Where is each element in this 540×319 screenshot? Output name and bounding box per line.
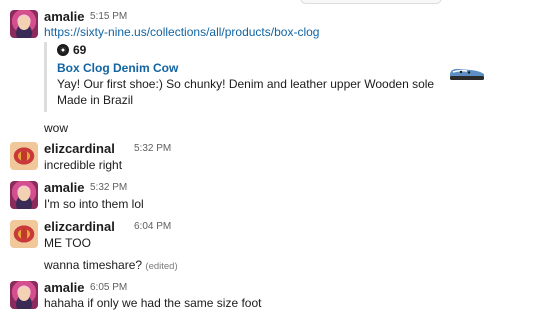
message-text-followup: wanna timeshare? (edited) (44, 257, 178, 275)
author-name[interactable]: amalie (44, 9, 84, 25)
avatar-amalie[interactable] (10, 10, 38, 38)
message-text: wow (44, 121, 69, 135)
author-name[interactable]: amalie (44, 180, 84, 196)
top-scroll-edge (300, 0, 442, 4)
avatar-amalie[interactable] (10, 181, 38, 209)
message-link[interactable]: https://sixty-nine.us/collections/all/pr… (44, 24, 319, 40)
author-name[interactable]: elizcardinal (44, 219, 115, 235)
timestamp[interactable]: 6:05 PM (90, 280, 127, 296)
followup-text: wanna timeshare? (44, 258, 143, 272)
author-name[interactable]: amalie (44, 280, 84, 296)
timestamp[interactable]: 5:32 PM (90, 180, 127, 196)
message-text: incredible right (44, 158, 123, 172)
clog-shoe-thumbnail[interactable] (447, 62, 487, 82)
message-text: I'm so into them lol (44, 197, 144, 211)
unfurl-site-name: 69 (73, 43, 87, 57)
edited-label: (edited) (145, 261, 178, 272)
message-text: ME TOO (44, 236, 91, 250)
message-text: hahaha if only we had the same size foot (44, 296, 262, 310)
timestamp[interactable]: 5:32 PM (134, 141, 171, 157)
avatar-amalie[interactable] (10, 281, 38, 309)
author-name[interactable]: elizcardinal (44, 141, 115, 157)
unfurl-title[interactable]: Box Clog Denim Cow (57, 60, 178, 76)
timestamp[interactable]: 6:04 PM (134, 219, 171, 235)
sixty-nine-logo-icon (57, 44, 69, 56)
link-unfurl: 69 Box Clog Denim Cow Yay! Our first sho… (44, 42, 494, 112)
timestamp[interactable]: 5:15 PM (90, 9, 127, 25)
avatar-elizcardinal[interactable] (10, 142, 38, 170)
avatar-elizcardinal[interactable] (10, 220, 38, 248)
unfurl-description: Yay! Our first shoe:) So chunky! Denim a… (57, 77, 435, 107)
